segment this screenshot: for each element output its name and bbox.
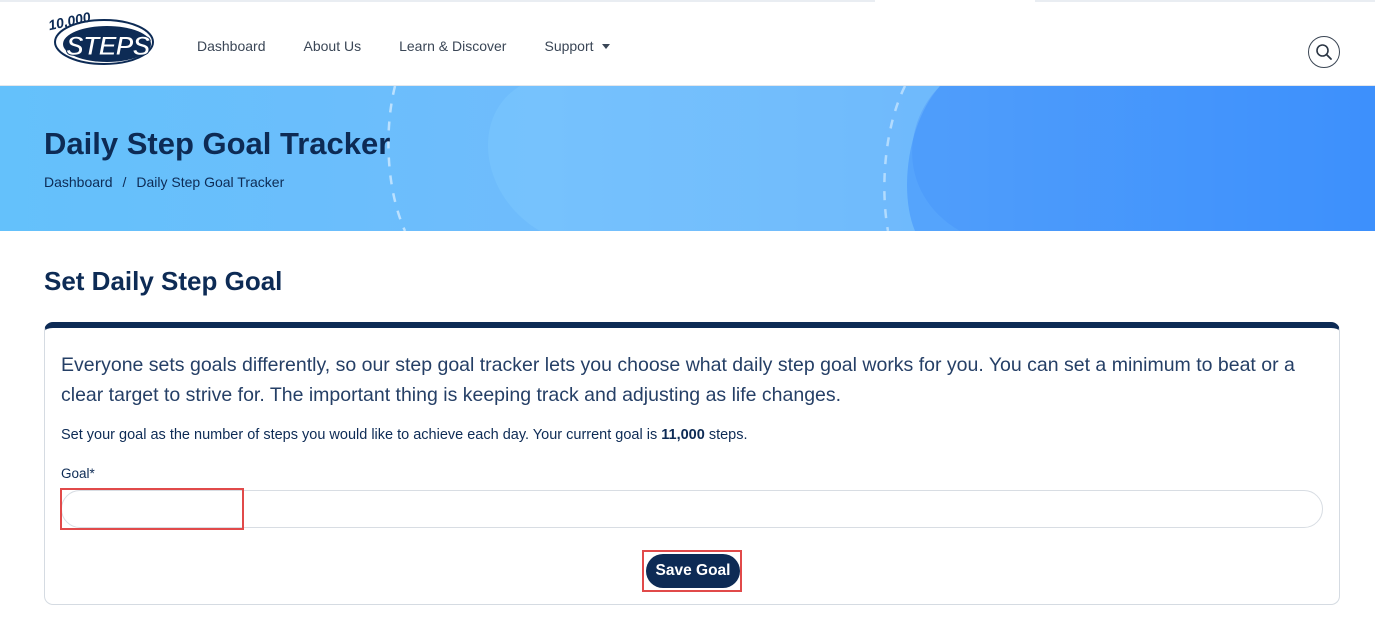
breadcrumb-current: Daily Step Goal Tracker [136,174,285,190]
nav-dashboard-label: Dashboard [197,38,266,54]
nav-learn-label: Learn & Discover [399,38,507,54]
steps-logo-icon: 10,000 STEPS [47,9,154,65]
site-header: 10,000 STEPS Dashboard About Us Learn & … [0,2,1375,86]
page-title: Daily Step Goal Tracker [44,126,391,161]
chevron-down-icon [601,44,610,49]
goal-label: Goal* [61,466,95,481]
search-icon [1316,44,1332,60]
svg-text:STEPS: STEPS [66,31,151,61]
goal-text-prefix: Set your goal as the number of steps you… [61,427,658,443]
goal-text-suffix: steps. [708,427,748,443]
nav-learn-discover[interactable]: Learn & Discover [399,38,506,54]
main-nav: Dashboard About Us Learn & Discover Supp… [197,38,648,54]
current-goal-text: Set your goal as the number of steps you… [61,427,748,443]
breadcrumb-separator: / [122,174,127,190]
breadcrumb-dashboard-link[interactable]: Dashboard [44,174,113,190]
search-button[interactable] [1308,36,1340,68]
nav-support-dropdown[interactable]: Support [544,38,610,54]
goal-input[interactable] [61,490,1323,528]
nav-about-label: About Us [303,38,362,54]
intro-text: Everyone sets goals differently, so our … [61,354,1295,406]
breadcrumb: Dashboard / Daily Step Goal Tracker [44,174,284,190]
section-title: Set Daily Step Goal [44,266,283,296]
page-hero: Daily Step Goal Tracker Dashboard / Dail… [0,86,1375,231]
goal-card: Everyone sets goals differently, so our … [44,322,1340,605]
logo[interactable]: 10,000 STEPS [44,9,156,69]
save-goal-button[interactable]: Save Goal [646,554,740,588]
current-goal-value: 11,000 [661,427,705,443]
nav-support-label: Support [544,38,594,54]
nav-dashboard[interactable]: Dashboard [197,38,266,54]
nav-about-us[interactable]: About Us [304,38,362,54]
